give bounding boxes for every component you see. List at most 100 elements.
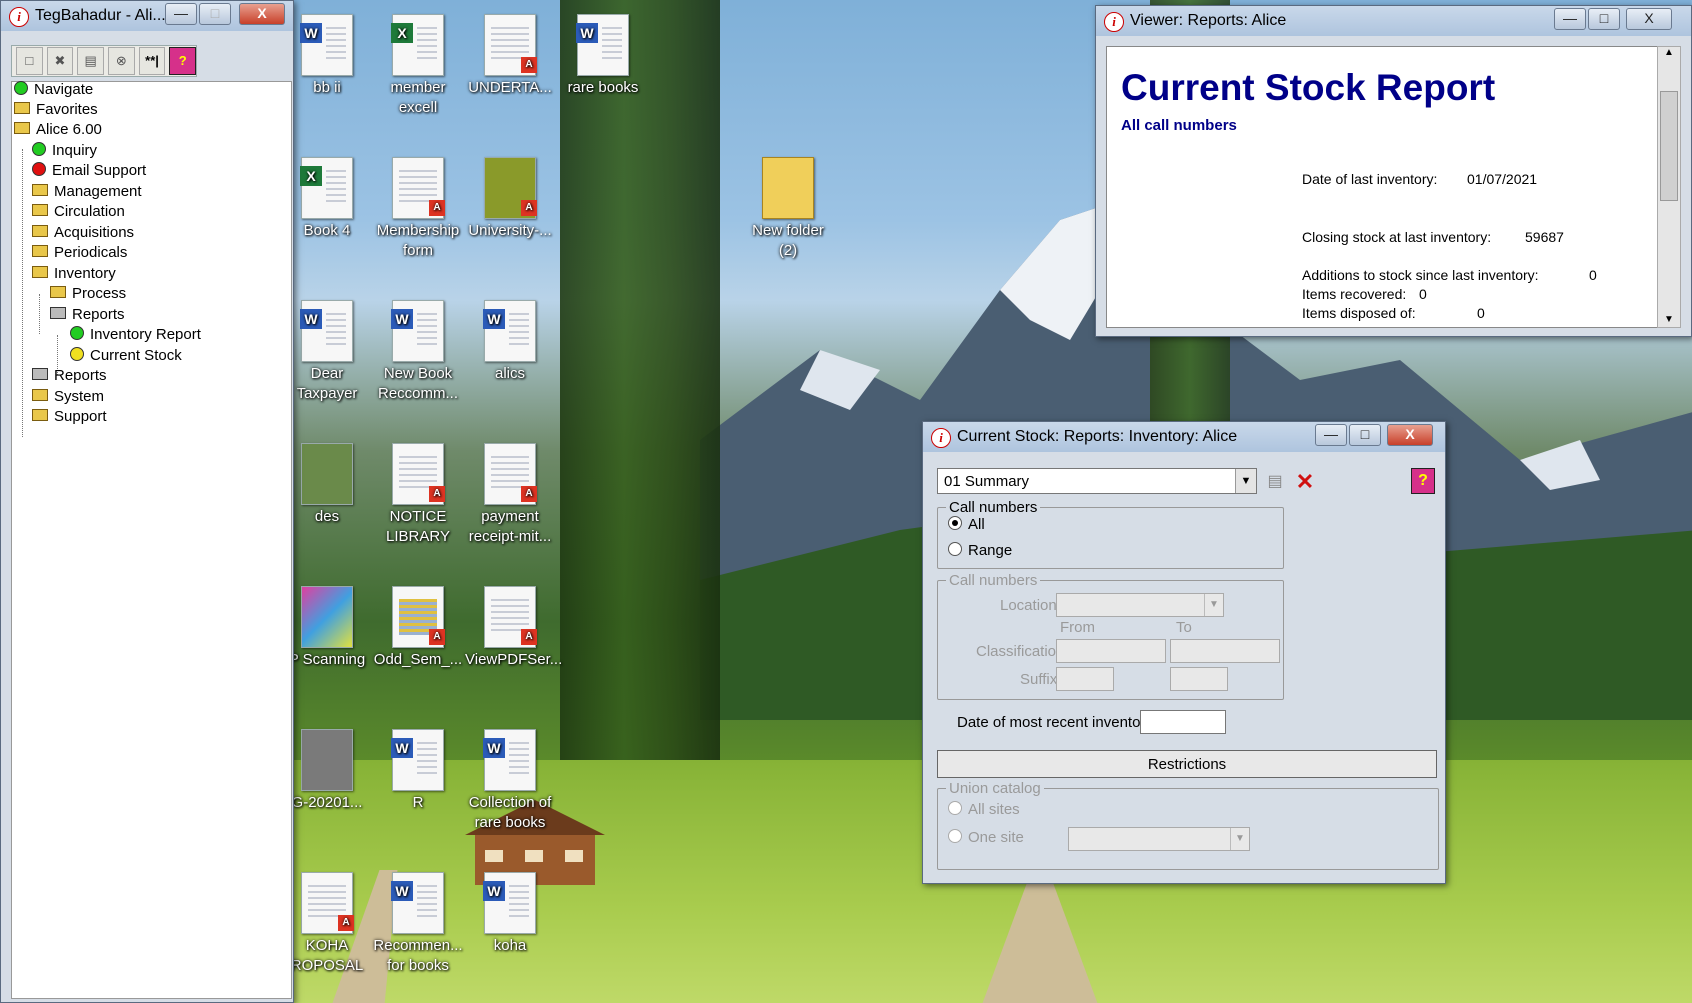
tree-item-management[interactable]: Management [32, 182, 142, 202]
desktop-icon[interactable]: A payment receipt-mit... [465, 443, 555, 547]
tree-item-inquiry[interactable]: Inquiry [32, 141, 97, 161]
minimize-button[interactable]: — [1554, 8, 1586, 30]
desktop-icon[interactable]: A University-... [465, 157, 555, 241]
tree-item-alice[interactable]: Alice 6.00 [14, 120, 102, 140]
desktop-icon[interactable]: W alics [465, 300, 555, 384]
recent-inventory-input[interactable] [1140, 710, 1226, 734]
desktop-icon[interactable]: A NOTICE LIBRARY [373, 443, 463, 547]
scroll-down-icon[interactable]: ▼ [1658, 314, 1680, 325]
maximize-button[interactable]: □ [199, 3, 231, 25]
restrictions-button[interactable]: Restrictions [937, 750, 1437, 778]
desktop-icon[interactable]: A KOHA ROPOSAL [282, 872, 372, 976]
desktop-icon[interactable]: A UNDERTA... [465, 14, 555, 98]
tree-item-process[interactable]: Process [50, 284, 126, 304]
desktop-icon-label: bb ii [313, 79, 341, 96]
chevron-down-icon[interactable]: ▼ [1204, 594, 1223, 616]
desktop-icon[interactable]: W Recommen... for books [373, 872, 463, 976]
stock-titlebar[interactable]: i Current Stock: Reports: Inventory: Ali… [923, 422, 1445, 452]
desktop-icon[interactable]: W New Book Reccomm... [373, 300, 463, 404]
folder-icon [14, 102, 30, 114]
tree-item-reports[interactable]: Reports [32, 366, 107, 386]
scroll-up-icon[interactable]: ▲ [1658, 47, 1680, 58]
maximize-button[interactable]: □ [1349, 424, 1381, 446]
desktop-icon[interactable]: des [282, 443, 372, 527]
word-file-icon: W [300, 14, 353, 76]
report-row-label: Items recovered: [1302, 286, 1407, 302]
tree-item-inventory-reports[interactable]: Reports [50, 305, 125, 325]
tree-item-current-stock[interactable]: Current Stock [70, 346, 182, 366]
minimize-button[interactable]: — [165, 3, 197, 25]
desktop-icon-label: des [314, 508, 340, 525]
tree-item-inventory[interactable]: Inventory [32, 264, 116, 284]
desktop-icon-label: Collection of rare books [468, 794, 552, 831]
tree-item-email-support[interactable]: Email Support [32, 161, 146, 181]
minimize-button[interactable]: — [1315, 424, 1347, 446]
radio-all[interactable]: All [948, 516, 985, 533]
report-row-value: 0 [1419, 286, 1427, 302]
viewer-titlebar[interactable]: i Viewer: Reports: Alice — □ X [1096, 6, 1691, 36]
desktop-icon-label: P Scanning [288, 651, 366, 668]
classification-to-input[interactable] [1170, 639, 1280, 663]
radio-empty-icon [948, 542, 962, 556]
radio-all-sites[interactable]: All sites [948, 801, 1020, 818]
site-select[interactable]: ▼ [1068, 827, 1250, 851]
pdf-file-icon: A [484, 443, 537, 505]
desktop-icon[interactable]: G-20201... [282, 729, 372, 813]
desktop-icon[interactable]: A ViewPDFSer... [465, 586, 562, 670]
tree-item-acquisitions[interactable]: Acquisitions [32, 223, 134, 243]
radio-one-site[interactable]: One site [948, 829, 1024, 846]
word-file-icon: W [483, 729, 536, 791]
desktop-icon[interactable]: W koha [465, 872, 555, 956]
desktop-icon[interactable]: A Odd_Sem_... [373, 586, 463, 670]
location-select[interactable]: ▼ [1056, 593, 1224, 617]
desktop-icon[interactable]: W rare books [558, 14, 648, 98]
desktop-icon[interactable]: W Dear Taxpayer [282, 300, 372, 404]
cancel-x-icon[interactable]: ✕ [1291, 468, 1319, 496]
close-button[interactable]: X [239, 3, 285, 25]
classification-from-input[interactable] [1056, 639, 1166, 663]
tree-item-navigate[interactable]: Navigate [14, 80, 93, 100]
desktop-icon[interactable]: W bb ii [282, 14, 372, 98]
pdf-file-icon: A [392, 443, 445, 505]
cancel-circle-icon[interactable]: ⊗ [108, 47, 135, 75]
suffix-from-input[interactable] [1056, 667, 1114, 691]
wildcard-button[interactable]: **| [138, 47, 166, 75]
red-status-icon [32, 162, 46, 176]
report-row-value: 01/07/2021 [1467, 171, 1538, 187]
viewer-scrollbar[interactable]: ▲ ▼ [1657, 46, 1681, 328]
desktop-icon[interactable]: X Book 4 [282, 157, 372, 241]
report-type-select[interactable]: 01 Summary ▼ [937, 468, 1257, 494]
help-button[interactable]: ? [1411, 468, 1435, 494]
new-document-icon[interactable]: □ [16, 47, 43, 75]
tree-item-favorites[interactable]: Favorites [14, 100, 98, 120]
close-button[interactable]: X [1626, 8, 1672, 30]
scroll-thumb[interactable] [1660, 91, 1678, 201]
desktop-icon[interactable]: A Membership form [373, 157, 463, 261]
desktop-icon[interactable]: W Collection of rare books [465, 729, 555, 833]
tree-item-system[interactable]: System [32, 387, 104, 407]
maximize-button[interactable]: □ [1588, 8, 1620, 30]
desktop-icon[interactable]: New folder (2) [743, 157, 833, 261]
close-button[interactable]: X [1387, 424, 1433, 446]
desktop-icon-label: New Book Reccomm... [377, 365, 458, 402]
tree-item-circulation[interactable]: Circulation [32, 202, 125, 222]
chevron-down-icon[interactable]: ▼ [1230, 828, 1249, 850]
desktop-icon[interactable]: P Scanning [282, 586, 372, 670]
delete-document-icon[interactable]: ✖ [46, 47, 74, 75]
navigator-titlebar[interactable]: i TegBahadur - Ali... — □ X [1, 1, 293, 31]
radio-selected-icon [948, 516, 962, 530]
print-icon[interactable]: ▤ [1261, 468, 1289, 496]
tree-item-support[interactable]: Support [32, 407, 107, 427]
desktop-icon-label: UNDERTA... [468, 79, 552, 96]
desktop-icon[interactable]: W R [373, 729, 463, 813]
help-button[interactable]: ? [169, 47, 197, 75]
folder-icon [762, 157, 814, 219]
radio-range[interactable]: Range [948, 542, 1012, 559]
tree-item-periodicals[interactable]: Periodicals [32, 243, 127, 263]
suffix-to-input[interactable] [1170, 667, 1228, 691]
chevron-down-icon[interactable]: ▼ [1235, 469, 1256, 493]
navigator-window: i TegBahadur - Ali... — □ X □ ✖ ▤ ⊗ **| … [0, 0, 294, 1003]
desktop-icon[interactable]: X member excell [373, 14, 463, 118]
open-folder-icon[interactable]: ▤ [77, 47, 105, 75]
tree-item-inventory-report[interactable]: Inventory Report [70, 325, 201, 345]
